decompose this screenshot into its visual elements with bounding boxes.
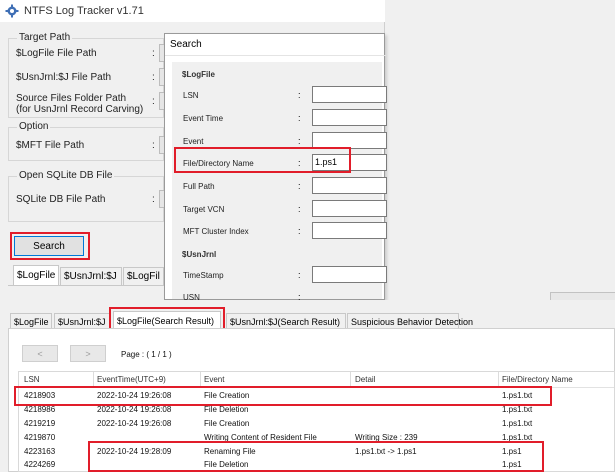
search-dialog-title: Search — [170, 39, 202, 50]
mft-cluster-index-input[interactable] — [312, 222, 387, 239]
tab-usnjrnl[interactable]: $UsnJrnl:$J — [54, 313, 110, 329]
event-time-cell: 2022-10-24 19:26:08 — [97, 419, 172, 428]
event-cell: File Creation — [204, 419, 250, 428]
colon: : — [298, 181, 301, 191]
search-button[interactable]: Search — [14, 236, 84, 256]
column-header-file-directory-name[interactable]: File/Directory Name — [502, 375, 573, 384]
logfile-path-label: $LogFile File Path — [16, 48, 97, 59]
usnjrnl-path-label: $UsnJrnl:$J File Path — [16, 72, 112, 83]
lsn-input[interactable] — [312, 86, 387, 103]
tab-strip-line — [8, 285, 164, 286]
colon: : — [298, 90, 301, 100]
column-separator — [350, 372, 351, 386]
tab-suspicious-behavior-detection[interactable]: Suspicious Behavior Detection — [347, 313, 473, 329]
column-separator — [200, 372, 201, 386]
tab-usnjrnl[interactable]: $UsnJrnl:$J — [60, 267, 122, 285]
search-dialog-title-bar: Search — [165, 34, 386, 56]
lsn-cell: 4224269 — [24, 460, 56, 469]
sqlite-path-label: SQLite DB File Path — [16, 194, 106, 205]
column-separator — [498, 372, 499, 386]
column-header-event[interactable]: Event — [204, 375, 224, 384]
lsn-cell: 4223163 — [24, 447, 56, 456]
mft-cluster-index-label: MFT Cluster Index — [183, 227, 249, 236]
lsn-cell: 4218986 — [24, 405, 56, 414]
source-folder-sublabel: (for UsnJrnl Record Carving) — [16, 104, 144, 115]
file-name-cell: 1.ps1.txt — [502, 419, 533, 428]
colon: : — [298, 113, 301, 123]
page-indicator: Page : ( 1 / 1 ) — [121, 350, 172, 359]
logfile-section-label: $LogFile — [182, 70, 215, 79]
colon: : — [152, 140, 155, 151]
colon: : — [298, 204, 301, 214]
target-vcn-input[interactable] — [312, 200, 387, 217]
window-title: NTFS Log Tracker v1.71 — [24, 5, 144, 17]
column-header-lsn[interactable]: LSN — [24, 375, 40, 384]
tab-usnjrnl-search-result[interactable]: $UsnJrnl:$J(Search Result) — [226, 313, 346, 329]
title-bar: NTFS Log Tracker v1.71 — [0, 0, 385, 22]
timestamp-input[interactable] — [312, 266, 387, 283]
gear-icon — [5, 4, 19, 18]
file-directory-name-highlight — [174, 147, 351, 173]
timestamp-label: TimeStamp — [183, 271, 224, 280]
mft-path-label: $MFT File Path — [16, 140, 85, 151]
colon: : — [152, 96, 155, 107]
tab-logfile-search-result[interactable]: $LogFil — [123, 267, 164, 285]
full-path-label: Full Path — [183, 182, 215, 191]
first-row-highlight — [14, 386, 552, 406]
search-dialog-body: $LogFile LSN : Event Time : Event : File… — [172, 62, 387, 302]
event-time-cell: 2022-10-24 19:26:08 — [97, 405, 172, 414]
previous-page-button[interactable]: < — [22, 345, 58, 362]
column-header-detail[interactable]: Detail — [355, 375, 375, 384]
column-header-event-time[interactable]: EventTime(UTC+9) — [97, 375, 166, 384]
colon: : — [298, 270, 301, 280]
sqlite-group-label: Open SQLite DB File — [17, 170, 115, 181]
colon: : — [152, 48, 155, 59]
rename-delete-highlight — [88, 441, 544, 472]
target-vcn-label: Target VCN — [183, 205, 225, 214]
usnjrnl-section-label: $UsnJrnl — [182, 250, 217, 259]
colon: : — [298, 136, 301, 146]
source-folder-label: Source Files Folder Path — [16, 93, 127, 104]
lsn-cell: 4219219 — [24, 419, 56, 428]
lsn-cell: 4219870 — [24, 433, 56, 442]
full-path-input[interactable] — [312, 177, 387, 194]
lsn-label: LSN — [183, 91, 199, 100]
option-group-label: Option — [17, 121, 51, 132]
tab-logfile[interactable]: $LogFile — [10, 313, 52, 329]
file-name-cell: 1.ps1.txt — [502, 405, 533, 414]
event-time-input[interactable] — [312, 109, 387, 126]
column-separator — [93, 372, 94, 386]
event-label: Event — [183, 137, 204, 146]
event-time-label: Event Time — [183, 114, 224, 123]
event-cell: File Deletion — [204, 405, 249, 414]
colon: : — [298, 226, 301, 236]
tab-logfile[interactable]: $LogFile — [13, 265, 59, 285]
colon: : — [152, 72, 155, 83]
colon: : — [152, 194, 155, 205]
target-path-group-label: Target Path — [17, 32, 73, 43]
next-page-button[interactable]: > — [70, 345, 106, 362]
